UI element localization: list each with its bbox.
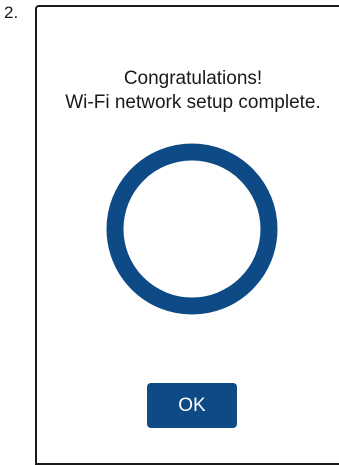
setup-complete-message: Congratulations! Wi-Fi network setup com… [58, 67, 328, 115]
ok-button[interactable]: OK [147, 383, 237, 428]
step-number: 2. [4, 3, 19, 22]
congratulations-heading: Congratulations! [123, 68, 263, 89]
complete-ring-icon [106, 143, 278, 315]
setup-complete-text: Wi-Fi network setup complete. [65, 92, 321, 113]
